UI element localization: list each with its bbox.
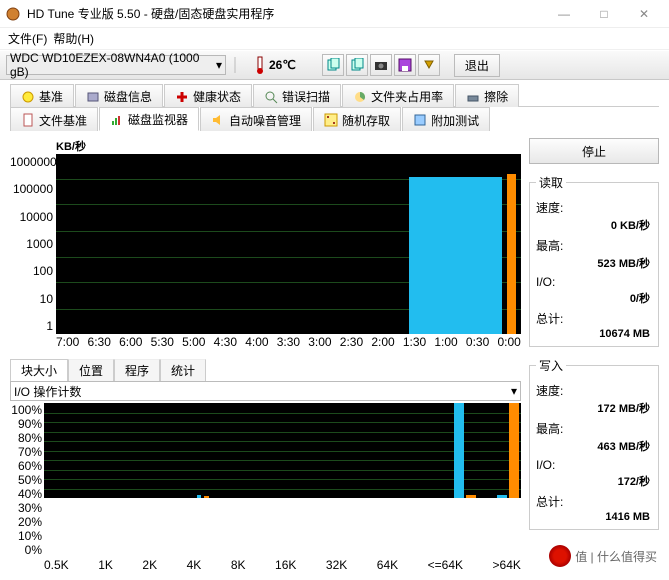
options-icon[interactable] [418,54,440,76]
chart2-plot [44,403,521,498]
read-history-bar [409,177,502,334]
chart1-yaxis: 1000000 100000 10000 1000 100 10 1 [10,154,56,334]
pie-icon [353,90,367,104]
subtab-program[interactable]: 程序 [114,359,160,381]
read-io: 0/秒 [536,290,652,306]
titlebar: HD Tune 专业版 5.50 - 硬盘/固态硬盘实用程序 — □ ✕ [0,0,669,28]
subtab-position[interactable]: 位置 [68,359,114,381]
chart1-plot [56,154,521,334]
menu-help[interactable]: 帮助(H) [53,30,94,47]
save-icon[interactable] [394,54,416,76]
erase-icon [466,90,480,104]
app-icon [5,6,21,22]
copy2-icon[interactable] [346,54,368,76]
stop-button[interactable]: 停止 [529,138,659,164]
chart1-ylabel: KB/秒 [56,138,521,154]
chart1-xaxis: 7:006:30 6:005:30 5:004:30 4:003:30 3:00… [56,334,521,349]
chart-throughput: KB/秒 1000000 100000 10000 1000 100 10 1 [10,138,521,349]
screenshot-icon[interactable] [370,54,392,76]
temp-display: 26℃ [254,55,296,75]
copy-icon[interactable] [322,54,344,76]
subtabs: 块大小 位置 程序 统计 [10,359,521,381]
write-speed: 172 MB/秒 [536,400,652,416]
read-legend: 读取 [536,174,566,191]
scan-icon [264,90,278,104]
health-icon [175,90,189,104]
write-legend: 写入 [536,357,566,374]
maximize-button[interactable]: □ [584,2,624,26]
sound-icon [211,113,225,127]
drive-select[interactable]: WDC WD10EZEX-08WN4A0 (1000 gB) ▾ [6,55,226,75]
smzdm-icon [549,545,571,567]
write-panel: 写入 速度:172 MB/秒 最高:463 MB/秒 I/O:172/秒 总计:… [529,357,659,530]
minimize-button[interactable]: — [544,2,584,26]
tab-folderusage[interactable]: 文件夹占用率 [342,84,454,107]
chart2-yaxis: 100%90% 80%70% 60%50% 40%30% 20%10% 0% [10,403,44,557]
subtab-blocksize[interactable]: 块大小 [10,359,68,381]
chevron-down-icon: ▾ [511,384,517,398]
chart-icon [110,113,124,127]
write-max: 463 MB/秒 [536,438,652,454]
menu-file[interactable]: 文件(F) [8,30,47,47]
tab-erase[interactable]: 擦除 [455,84,519,107]
toolbar: WDC WD10EZEX-08WN4A0 (1000 gB) ▾ 26℃ 退出 [0,50,669,80]
watermark: 值 | 什么值得买 [545,543,661,569]
tab-errorscan[interactable]: 错误扫描 [253,84,341,107]
file-icon [21,113,35,127]
read-total: 10674 MB [536,328,652,340]
read-speed: 0 KB/秒 [536,217,652,233]
chevron-down-icon: ▾ [216,58,222,72]
tab-monitor[interactable]: 磁盘监视器 [99,107,199,131]
tab-aam[interactable]: 自动噪音管理 [200,107,312,131]
chart2-xaxis: 0.5K1K 2K4K 8K16K 32K64K <=64K>64K [44,557,521,572]
window-title: HD Tune 专业版 5.50 - 硬盘/固态硬盘实用程序 [27,5,274,22]
temp-value: 26℃ [269,58,296,72]
benchmark-icon [21,90,35,104]
read-max: 523 MB/秒 [536,255,652,271]
tab-random[interactable]: 随机存取 [313,107,401,131]
random-icon [324,113,338,127]
write-io: 172/秒 [536,473,652,489]
chart-blocksize: 100%90% 80%70% 60%50% 40%30% 20%10% 0% [10,403,521,557]
write-history-bar [507,174,516,334]
close-button[interactable]: ✕ [624,2,664,26]
write-total: 1416 MB [536,511,652,523]
menubar: 文件(F) 帮助(H) [0,28,669,50]
subtab-stats[interactable]: 统计 [160,359,206,381]
extra-icon [413,113,427,127]
tabs: 基准 磁盘信息 健康状态 错误扫描 文件夹占用率 擦除 文件基准 磁盘监视器 自… [0,80,669,130]
info-icon [86,90,100,104]
tab-filebench[interactable]: 文件基准 [10,107,98,131]
exit-button[interactable]: 退出 [454,54,500,77]
tab-benchmark[interactable]: 基准 [10,84,74,107]
drive-select-label: WDC WD10EZEX-08WN4A0 (1000 gB) [10,51,216,79]
separator-icon [232,55,238,75]
thermometer-icon [254,55,266,75]
tab-info[interactable]: 磁盘信息 [75,84,163,107]
io-select[interactable]: I/O 操作计数 ▾ [10,381,521,401]
tab-health[interactable]: 健康状态 [164,84,252,107]
read-panel: 读取 速度:0 KB/秒 最高:523 MB/秒 I/O:0/秒 总计:1067… [529,174,659,347]
tab-extra[interactable]: 附加测试 [402,107,490,131]
